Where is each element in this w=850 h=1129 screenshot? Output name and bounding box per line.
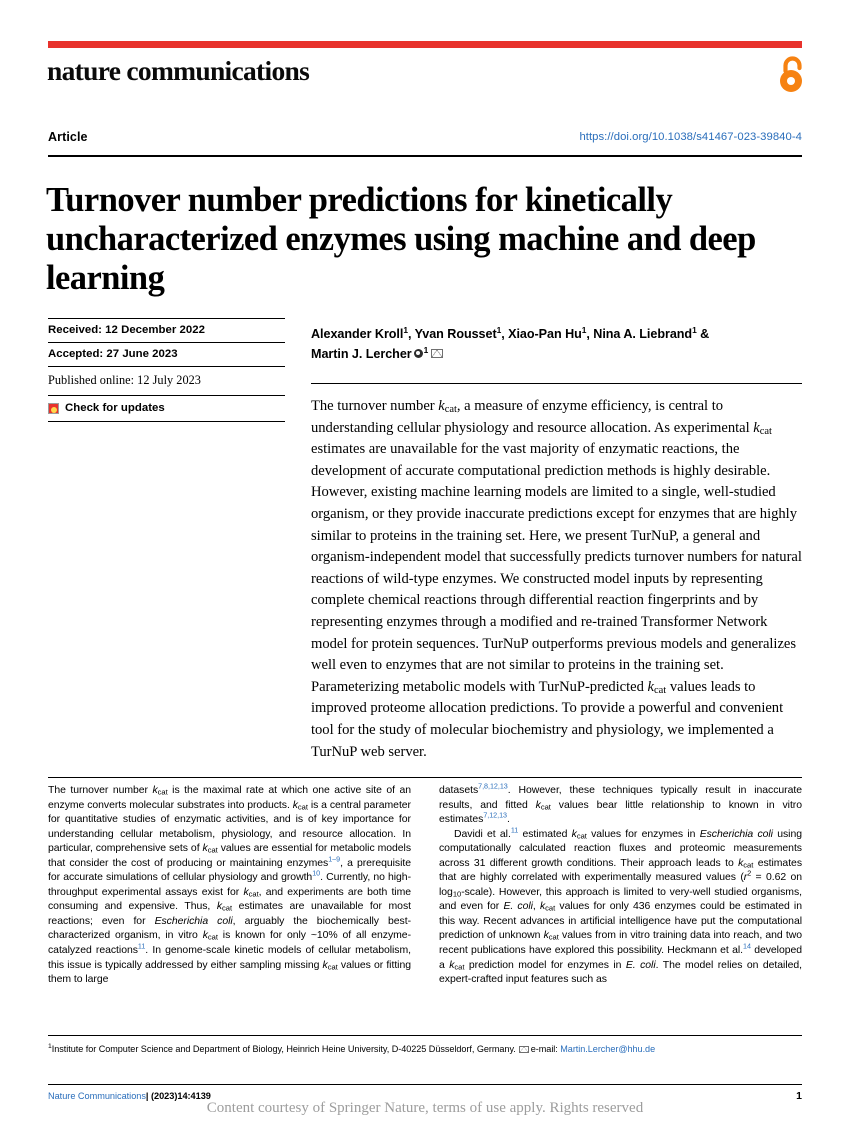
citation-ref[interactable]: 14 — [743, 942, 751, 951]
kcat-sub: cat — [548, 932, 559, 942]
affiliation-footnote: 1Institute for Computer Science and Depa… — [48, 1043, 808, 1056]
body-text: . — [507, 814, 510, 826]
publication-dates: Received: 12 December 2022 Accepted: 27 … — [48, 318, 285, 422]
check-for-updates-label: Check for updates — [65, 402, 165, 414]
body-columns: The turnover number kcat is the maximal … — [48, 782, 802, 988]
kcat-symbol: kcat — [648, 679, 667, 696]
log-base-sub: 10 — [452, 889, 462, 899]
meta-bottom-rule — [48, 421, 285, 422]
organism-name: Escherichia coli — [154, 915, 233, 927]
footer-top-rule — [48, 1084, 802, 1086]
body-text: , — [532, 901, 540, 913]
body-text: prediction model for enzymes in — [464, 959, 626, 971]
body-text: values for enzymes in — [586, 828, 700, 840]
citation-ref[interactable]: 7,12,13 — [483, 811, 507, 820]
abstract-top-rule — [311, 383, 802, 385]
body-paragraph: The turnover number kcat is the maximal … — [48, 784, 411, 988]
orcid-icon[interactable] — [413, 348, 424, 358]
kcat-symbol: kcat — [323, 960, 338, 971]
kcat-sub: cat — [545, 903, 556, 913]
kcat-symbol: kcat — [544, 930, 559, 941]
masthead-red-bar — [48, 41, 802, 48]
kcat-symbol: kcat — [243, 887, 258, 898]
author-lercher: Martin J. Lercher — [311, 346, 412, 361]
kcat-symbol: kcat — [203, 930, 218, 941]
body-column-left: The turnover number kcat is the maximal … — [48, 784, 411, 988]
kcat-sub: cat — [576, 831, 587, 841]
kcat-symbol: kcat — [540, 901, 555, 912]
author-kroll: Alexander Kroll — [311, 327, 404, 341]
body-text: Davidi et al. — [454, 828, 511, 840]
crossmark-icon — [48, 402, 59, 414]
author-liebrand: , Nina A. Liebrand — [586, 327, 693, 341]
author-rousset: , Yvan Rousset — [407, 327, 497, 341]
author-list: Alexander Kroll1, Yvan Rousset1, Xiao-Pa… — [311, 325, 811, 364]
kcat-sub: cat — [444, 404, 457, 415]
springer-nature-watermark: Content courtesy of Springer Nature, ter… — [206, 1100, 644, 1116]
kcat-sub: cat — [207, 932, 218, 942]
kcat-sub: cat — [207, 845, 218, 855]
affiliation-text: Institute for Computer Science and Depar… — [51, 1044, 519, 1054]
paper-page: nature communications Article https://do… — [0, 0, 850, 1129]
kcat-symbol: kcat — [753, 420, 772, 437]
received-date: Received: 12 December 2022 — [48, 318, 285, 342]
body-text: datasets — [439, 785, 479, 796]
citation-ref[interactable]: 1–9 — [328, 854, 340, 863]
envelope-icon[interactable] — [430, 349, 443, 358]
abstract-text: The turnover number — [311, 398, 439, 414]
kcat-symbol: kcat — [572, 829, 587, 840]
accepted-date: Accepted: 27 June 2023 — [48, 342, 285, 366]
organism-name: E. coli — [625, 959, 656, 971]
body-column-right: datasets7,8,12,13. However, these techni… — [439, 782, 802, 988]
body-paragraph: Davidi et al.11 estimated kcat values fo… — [439, 826, 802, 988]
affil-marker: 1 — [423, 344, 429, 355]
kcat-sub: cat — [222, 903, 233, 913]
doi-link[interactable]: https://doi.org/10.1038/s41467-023-39840… — [579, 131, 802, 143]
body-text: The turnover number — [48, 785, 153, 796]
author-hu: , Xiao-Pan Hu — [501, 327, 582, 341]
page-title: Turnover number predictions for kinetica… — [46, 181, 756, 298]
citation-ref[interactable]: 7,8,12,13 — [478, 782, 508, 791]
organism-name: Escherichia coli — [699, 828, 773, 840]
journal-masthead: nature communications — [47, 55, 310, 86]
organism-name: E. coli — [503, 901, 533, 913]
body-text: estimated — [518, 828, 572, 840]
kcat-symbol: kcat — [293, 800, 308, 811]
kcat-sub: cat — [157, 787, 168, 797]
affiliation-top-rule — [48, 1035, 802, 1037]
kcat-sub: cat — [654, 684, 667, 696]
kcat-sub: cat — [759, 425, 772, 437]
author-ampersand: & — [696, 327, 710, 341]
email-label: e-mail: — [530, 1044, 561, 1054]
kcat-sub: cat — [297, 802, 308, 812]
article-type-label: Article — [48, 130, 88, 144]
kcat-sub: cat — [327, 962, 338, 972]
check-for-updates-badge[interactable]: Check for updates — [48, 395, 285, 421]
kcat-sub: cat — [540, 802, 551, 812]
kcat-symbol: kcat — [738, 858, 753, 869]
kcat-symbol: kcat — [152, 785, 167, 796]
body-paragraph: datasets7,8,12,13. However, these techni… — [439, 782, 802, 828]
kcat-sub: cat — [248, 889, 259, 899]
body-top-rule — [48, 777, 802, 779]
envelope-icon — [519, 1045, 529, 1053]
kcat-sub: cat — [454, 962, 465, 972]
published-date: Published online: 12 July 2023 — [48, 366, 285, 395]
corresponding-email-link[interactable]: Martin.Lercher@hhu.de — [560, 1044, 655, 1054]
citation-ref[interactable]: 10 — [312, 869, 320, 878]
abstract-text: estimates are unavailable for the vast m… — [311, 441, 802, 695]
title-top-rule — [48, 155, 802, 158]
kcat-symbol: kcat — [217, 901, 232, 912]
kcat-symbol: kcat — [203, 843, 218, 854]
open-access-lock-icon — [776, 55, 806, 93]
kcat-symbol: kcat — [536, 800, 551, 811]
abstract: The turnover number kcat, a measure of e… — [311, 396, 806, 763]
kcat-symbol: kcat — [438, 398, 457, 415]
kcat-symbol: kcat — [449, 960, 464, 971]
